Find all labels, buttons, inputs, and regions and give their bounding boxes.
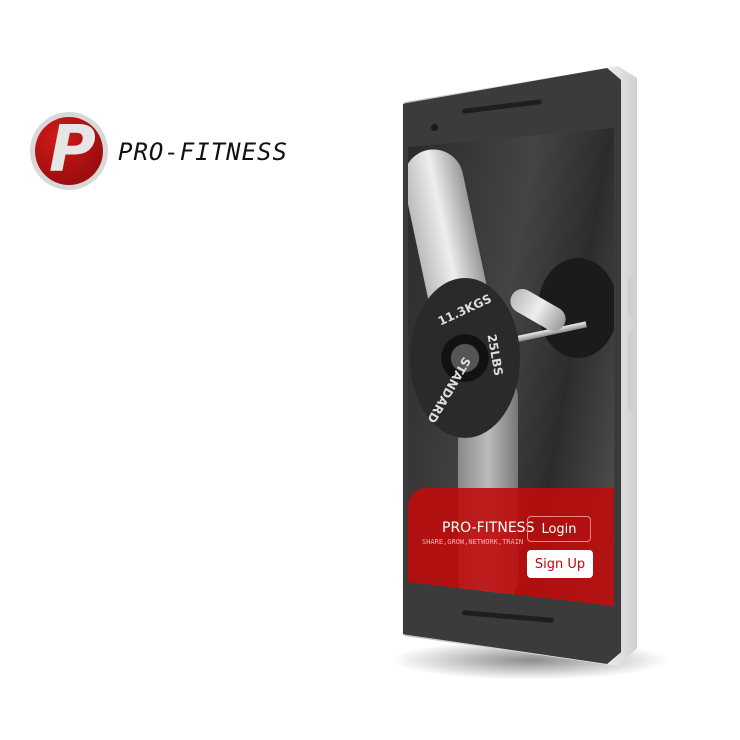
app-tagline: SHARE,GROW,NETWORK,TRAIN xyxy=(422,538,524,546)
app-title: PRO-FITNESS xyxy=(442,520,535,536)
volume-button xyxy=(628,330,633,410)
front-camera xyxy=(431,124,438,131)
signup-button[interactable]: Sign Up xyxy=(527,550,593,578)
power-button xyxy=(628,278,633,318)
logo-badge: P xyxy=(30,112,108,190)
phone-screen: 11.3KGS 25LBS STANDARD PRO-FITNESS SHARE… xyxy=(408,128,614,606)
logo-letter: P xyxy=(49,117,96,185)
brand-name: PRO-FITNESS xyxy=(118,138,288,166)
login-button[interactable]: Login xyxy=(527,516,591,542)
logo-circle: P xyxy=(35,117,103,185)
